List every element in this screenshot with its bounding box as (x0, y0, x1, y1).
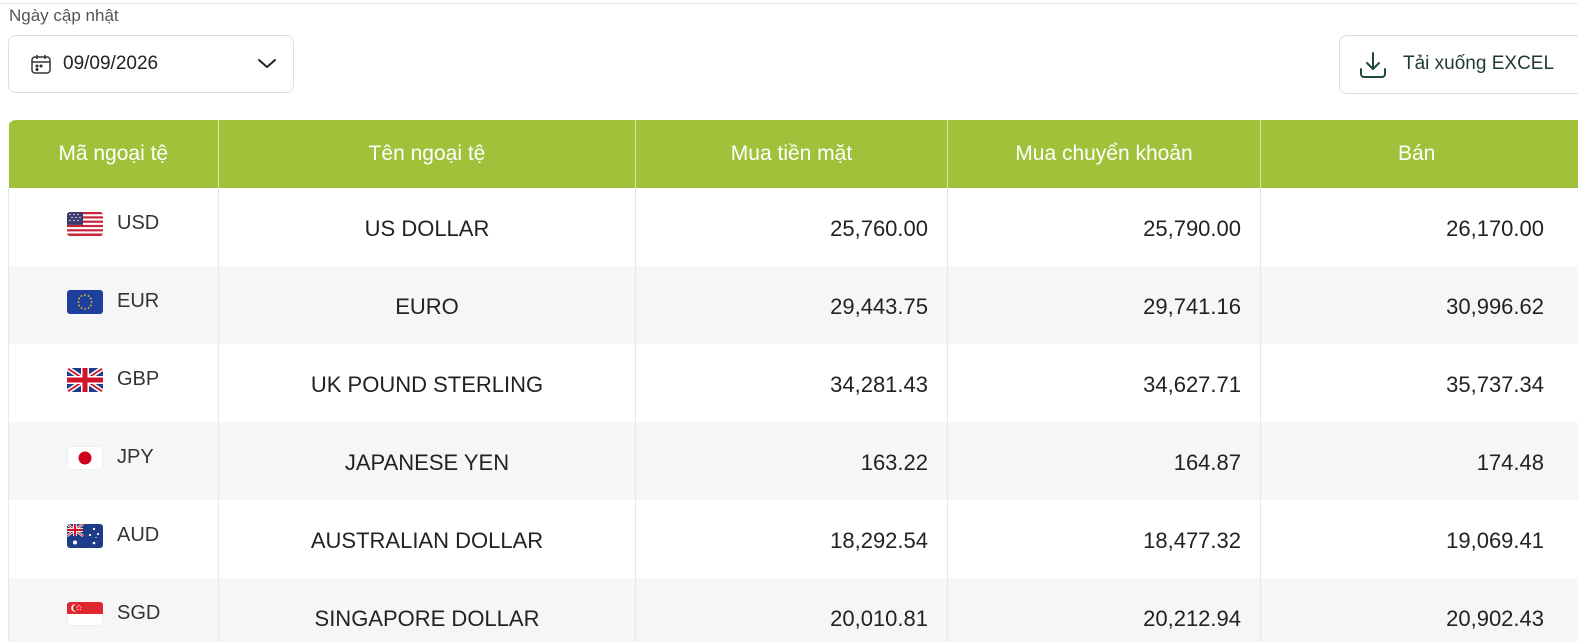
header-currency-name: Tên ngoại tệ (218, 120, 636, 188)
exchange-rate-table: Mã ngoại tệ Tên ngoại tệ Mua tiền mặt Mu… (8, 120, 1578, 642)
cash-buy-rate: 18,292.54 (635, 500, 948, 578)
cash-buy-rate: 25,760.00 (635, 188, 948, 266)
selected-date: 09/09/2026 (63, 53, 159, 74)
date-filter-label: Ngày cập nhật (9, 6, 119, 25)
table-row: JPY JAPANESE YEN 163.22 164.87 174.48 (8, 422, 1578, 500)
transfer-buy-rate: 34,627.71 (947, 344, 1261, 422)
transfer-buy-rate: 20,212.94 (947, 578, 1261, 642)
currency-code: EUR (117, 290, 160, 312)
cash-buy-rate: 163.22 (635, 422, 948, 500)
table-row: GBP UK POUND STERLING 34,281.43 34,627.7… (8, 344, 1578, 422)
download-excel-button[interactable]: Tải xuống EXCEL (1339, 35, 1578, 94)
top-divider (0, 3, 1578, 4)
japan-flag-icon (67, 446, 103, 470)
australia-flag-icon (67, 524, 103, 548)
cash-buy-rate: 29,443.75 (635, 266, 948, 344)
download-icon (1360, 52, 1386, 78)
sell-rate: 26,170.00 (1446, 216, 1544, 241)
transfer-buy-rate: 29,741.16 (947, 266, 1261, 344)
header-sell: Bán (1260, 120, 1578, 188)
transfer-buy-rate: 164.87 (947, 422, 1261, 500)
us-flag-icon (67, 212, 103, 236)
date-picker[interactable]: 09/09/2026 (8, 35, 294, 93)
table-header-row: Mã ngoại tệ Tên ngoại tệ Mua tiền mặt Mu… (8, 120, 1578, 188)
currency-code: AUD (117, 524, 160, 546)
table-row: AUD AUSTRALIAN DOLLAR 18,292.54 18,477.3… (8, 500, 1578, 578)
table-row: EUR EURO 29,443.75 29,741.16 30,996.62 (8, 266, 1578, 344)
currency-code: JPY (117, 446, 154, 468)
transfer-buy-rate: 18,477.32 (947, 500, 1261, 578)
sell-rate: 19,069.41 (1446, 528, 1544, 553)
currency-name: US DOLLAR (218, 188, 636, 266)
eu-flag-icon (67, 290, 103, 314)
download-excel-label: Tải xuống EXCEL (1403, 53, 1555, 74)
chevron-down-icon (258, 59, 276, 68)
currency-code: SGD (117, 602, 161, 624)
currency-name: SINGAPORE DOLLAR (218, 578, 636, 642)
sell-rate: 35,737.34 (1446, 372, 1544, 397)
header-cash-buy: Mua tiền mặt (635, 120, 948, 188)
currency-code: USD (117, 212, 160, 234)
table-row: USD US DOLLAR 25,760.00 25,790.00 26,170… (8, 188, 1578, 266)
currency-name: EURO (218, 266, 636, 344)
singapore-flag-icon (67, 602, 103, 626)
header-transfer-buy: Mua chuyển khoản (947, 120, 1261, 188)
currency-name: JAPANESE YEN (218, 422, 636, 500)
uk-flag-icon (67, 368, 103, 392)
sell-rate: 174.48 (1476, 450, 1544, 475)
table-row: SGD SINGAPORE DOLLAR 20,010.81 20,212.94… (8, 578, 1578, 642)
exchange-rate-table-container: Mã ngoại tệ Tên ngoại tệ Mua tiền mặt Mu… (8, 120, 1578, 642)
calendar-icon (31, 55, 51, 74)
currency-code: GBP (117, 368, 160, 390)
currency-name: UK POUND STERLING (218, 344, 636, 422)
exchange-rate-page: Ngày cập nhật 09/09/2026 Tải xuống EXCEL (0, 0, 1578, 642)
cash-buy-rate: 34,281.43 (635, 344, 948, 422)
sell-rate: 20,902.43 (1446, 606, 1544, 631)
sell-rate: 30,996.62 (1446, 294, 1544, 319)
currency-name: AUSTRALIAN DOLLAR (218, 500, 636, 578)
transfer-buy-rate: 25,790.00 (947, 188, 1261, 266)
header-currency-code: Mã ngoại tệ (8, 120, 219, 188)
cash-buy-rate: 20,010.81 (635, 578, 948, 642)
